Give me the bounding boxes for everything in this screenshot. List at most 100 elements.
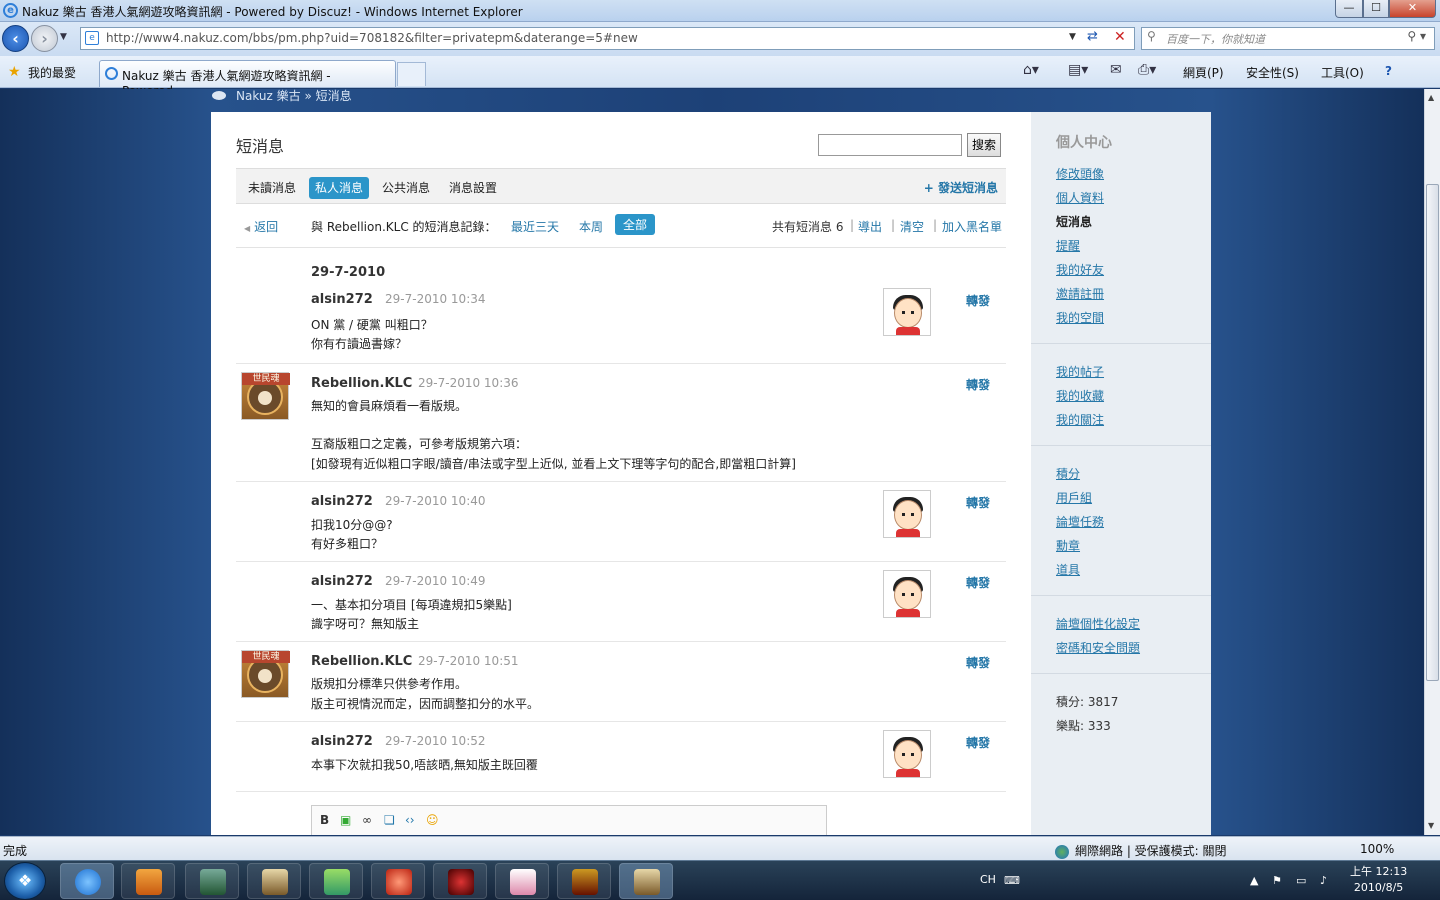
- blacklist-link[interactable]: 加入黑名單: [942, 218, 1002, 235]
- maximize-button[interactable]: ☐: [1363, 0, 1389, 18]
- page-menu[interactable]: 網頁(P): [1183, 64, 1224, 81]
- avatar[interactable]: [883, 288, 931, 336]
- help-menu[interactable]: ?: [1385, 64, 1392, 78]
- browser-tab[interactable]: Nakuz 樂古 香港人氣網遊攻略資訊網 - Powered...: [99, 60, 396, 98]
- sidebar-item-notice[interactable]: 提醒: [1056, 237, 1080, 254]
- sidebar-item-credits[interactable]: 積分: [1056, 465, 1080, 482]
- forward-link[interactable]: 轉發: [966, 654, 990, 671]
- taskbar-app5[interactable]: [557, 863, 611, 899]
- favorites-star-icon[interactable]: ★: [8, 64, 21, 80]
- language-indicator[interactable]: CH: [980, 873, 996, 886]
- taskbar-app4[interactable]: [495, 863, 549, 899]
- taskbar-ie[interactable]: [60, 863, 114, 899]
- message-user[interactable]: alsin272: [311, 574, 373, 589]
- taskbar-messenger[interactable]: [309, 863, 363, 899]
- sidebar-item-tasks[interactable]: 論壇任務: [1056, 513, 1104, 530]
- clock[interactable]: 上午 12:13 2010/8/5: [1350, 864, 1407, 896]
- back-link[interactable]: ◀ 返回: [244, 218, 278, 235]
- scrollbar-thumb[interactable]: [1426, 184, 1439, 681]
- tab-unread[interactable]: 未讀消息: [242, 177, 302, 199]
- message-user[interactable]: Rebellion.KLC: [311, 376, 412, 391]
- message-user[interactable]: alsin272: [311, 292, 373, 307]
- address-dropdown-icon[interactable]: ▼: [1069, 32, 1076, 42]
- code-icon[interactable]: ‹›: [405, 813, 415, 827]
- address-bar[interactable]: e http://www4.nakuz.com/bbs/pm.php?uid=7…: [80, 27, 1135, 50]
- filter-week[interactable]: 本周: [579, 218, 603, 235]
- forward-link[interactable]: 轉發: [966, 376, 990, 393]
- tab-private[interactable]: 私人消息: [309, 177, 370, 199]
- home-icon[interactable]: ⌂▾: [1023, 62, 1039, 78]
- safety-menu[interactable]: 安全性(S): [1246, 64, 1299, 81]
- taskbar-app2[interactable]: [371, 863, 425, 899]
- vertical-scrollbar[interactable]: ▲ ▼: [1424, 89, 1440, 835]
- sidebar-item-usergroup[interactable]: 用戶組: [1056, 489, 1092, 506]
- mail-icon[interactable]: ✉: [1110, 62, 1122, 78]
- reply-editor[interactable]: B ▣ ∞ ❏ ‹› ☺: [311, 805, 827, 835]
- browser-search-input[interactable]: ⚲ 百度一下，你就知道 ⚲ ▾: [1141, 27, 1435, 50]
- sidebar-item-space[interactable]: 我的空間: [1056, 309, 1104, 326]
- back-button[interactable]: ‹: [2, 25, 29, 52]
- message-user[interactable]: alsin272: [311, 734, 373, 749]
- sidebar-item-follow[interactable]: 我的關注: [1056, 411, 1104, 428]
- clear-link[interactable]: 清空: [900, 218, 924, 235]
- message-user[interactable]: Rebellion.KLC: [311, 654, 412, 669]
- filter-all[interactable]: 全部: [615, 214, 656, 235]
- sidebar-item-items[interactable]: 道具: [1056, 561, 1080, 578]
- message-user[interactable]: alsin272: [311, 494, 373, 509]
- rss-icon[interactable]: ▤▾: [1068, 62, 1088, 78]
- taskbar-game2[interactable]: [619, 863, 673, 899]
- new-tab-button[interactable]: [397, 62, 426, 86]
- url-text[interactable]: http://www4.nakuz.com/bbs/pm.php?uid=708…: [106, 31, 638, 45]
- scroll-up-icon[interactable]: ▲: [1428, 93, 1434, 102]
- forward-link[interactable]: 轉發: [966, 574, 990, 591]
- taskbar-game[interactable]: [247, 863, 301, 899]
- pm-search-button[interactable]: 搜索: [967, 133, 1001, 157]
- avatar[interactable]: [883, 730, 931, 778]
- search-go-icon[interactable]: ⚲ ▾: [1407, 29, 1426, 43]
- minimize-button[interactable]: —: [1335, 0, 1363, 18]
- export-link[interactable]: 導出: [858, 218, 882, 235]
- tray-expand-icon[interactable]: ▲: [1250, 874, 1258, 887]
- sidebar-item-posts[interactable]: 我的帖子: [1056, 363, 1104, 380]
- link-icon[interactable]: ∞: [362, 813, 372, 827]
- sidebar-item-invite[interactable]: 邀請註冊: [1056, 285, 1104, 302]
- send-pm-link[interactable]: + 發送短消息: [924, 179, 998, 196]
- scroll-down-icon[interactable]: ▼: [1428, 821, 1434, 830]
- tab-settings[interactable]: 消息設置: [443, 177, 503, 199]
- sidebar-item-friends[interactable]: 我的好友: [1056, 261, 1104, 278]
- avatar[interactable]: [883, 490, 931, 538]
- smiley-icon[interactable]: ☺: [426, 813, 439, 827]
- close-window-button[interactable]: ✕: [1389, 0, 1436, 18]
- sidebar-item-medals[interactable]: 勳章: [1056, 537, 1080, 554]
- taskbar-app3[interactable]: [433, 863, 487, 899]
- refresh-icon[interactable]: ⇄: [1087, 29, 1098, 44]
- tab-public[interactable]: 公共消息: [376, 177, 436, 199]
- security-zone[interactable]: 網際網路 | 受保護模式: 關閉: [1055, 842, 1227, 859]
- start-button[interactable]: ❖: [4, 862, 46, 900]
- forward-link[interactable]: 轉發: [966, 494, 990, 511]
- network-icon[interactable]: ▭: [1296, 874, 1306, 887]
- filter-three-days[interactable]: 最近三天: [511, 218, 559, 235]
- quote-icon[interactable]: ❏: [384, 813, 395, 827]
- tools-menu[interactable]: 工具(O): [1321, 64, 1364, 81]
- zoom-level[interactable]: 100%: [1360, 842, 1394, 856]
- forward-link[interactable]: 轉發: [966, 292, 990, 309]
- stop-icon[interactable]: ✕: [1114, 29, 1126, 45]
- sidebar-item-security[interactable]: 密碼和安全問題: [1056, 639, 1140, 656]
- flag-icon[interactable]: ⚑: [1272, 874, 1282, 887]
- sidebar-item-favorites[interactable]: 我的收藏: [1056, 387, 1104, 404]
- sidebar-item-avatar[interactable]: 修改頭像: [1056, 165, 1104, 182]
- image-icon[interactable]: ▣: [340, 813, 351, 827]
- avatar[interactable]: [883, 570, 931, 618]
- taskbar-app[interactable]: [185, 863, 239, 899]
- print-icon[interactable]: ⎙▾: [1138, 62, 1156, 78]
- breadcrumb-text[interactable]: Nakuz 樂古 » 短消息: [236, 89, 352, 103]
- taskbar-media[interactable]: [121, 863, 175, 899]
- sidebar-item-custom[interactable]: 論壇個性化設定: [1056, 615, 1140, 632]
- history-dropdown-icon[interactable]: ▼: [60, 32, 67, 42]
- sidebar-item-profile[interactable]: 個人資料: [1056, 189, 1104, 206]
- sidebar-item-pm[interactable]: 短消息: [1056, 213, 1092, 230]
- favorites-button[interactable]: 我的最愛: [28, 64, 76, 81]
- bold-icon[interactable]: B: [320, 813, 329, 827]
- volume-icon[interactable]: ♪: [1320, 874, 1327, 887]
